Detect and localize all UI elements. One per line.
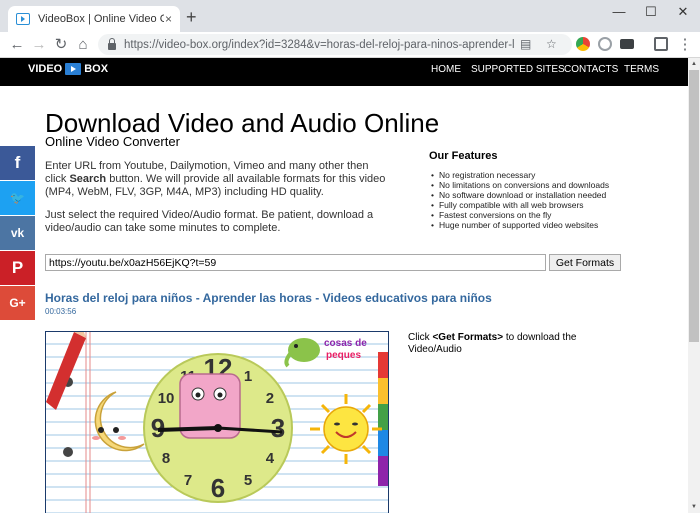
clock-numeral: 7 [184, 472, 192, 489]
clock-numeral: 1 [244, 368, 252, 385]
reload-icon[interactable]: ↻ [52, 36, 70, 54]
scrollbar-thumb[interactable] [689, 70, 699, 342]
twitter-icon[interactable]: 🐦 [0, 181, 35, 215]
facebook-icon[interactable]: f [0, 146, 35, 180]
browser-toolbar: ← → ↻ ⌂ https://video-box.org/index?id=3… [0, 32, 700, 58]
extension-color-icon[interactable] [576, 37, 590, 51]
google-plus-icon[interactable]: G+ [0, 286, 35, 320]
video-title-link[interactable]: Horas del reloj para niños - Aprender la… [45, 291, 492, 305]
url-text[interactable]: https://video-box.org/index?id=3284&v=ho… [124, 39, 514, 51]
extension-box-icon[interactable] [654, 37, 668, 51]
clock-numeral: 5 [244, 472, 252, 489]
clock-illustration: 121234567891011 cosas de peques [46, 332, 388, 513]
nav-supported-sites[interactable]: SUPPORTED SITES [471, 64, 565, 75]
hint-bold-part: <Get Formats> [432, 332, 504, 343]
scroll-down-arrow-icon[interactable]: ▼ [688, 501, 700, 513]
nav-contacts[interactable]: CONTACTS [564, 64, 618, 75]
video-duration: 00:03:56 [45, 307, 77, 316]
get-formats-button[interactable]: Get Formats [549, 254, 621, 271]
back-icon[interactable]: ← [8, 36, 26, 54]
get-formats-hint: Click <Get Formats> to download the Vide… [408, 332, 608, 356]
thumb-logo-line1: cosas de [324, 338, 367, 349]
intro-text: Enter URL from Youtube, Dailymotion, Vim… [45, 160, 390, 199]
hint-text-part: Click [408, 332, 433, 343]
feature-item: Fastest conversions on the fly [431, 210, 609, 220]
clock-numeral: 10 [158, 390, 175, 407]
scroll-up-arrow-icon[interactable]: ▲ [688, 58, 700, 70]
feature-item: Fully compatible with all web browsers [431, 200, 609, 210]
nav-terms[interactable]: TERMS [624, 64, 659, 75]
logo-text-box: BOX [84, 63, 109, 75]
browser-tab[interactable]: VideoBox | Online Video Conve × [8, 6, 180, 32]
chrome-menu-icon[interactable]: ⋮ [676, 36, 694, 54]
features-heading: Our Features [429, 150, 498, 162]
extension-circle-icon[interactable] [598, 37, 612, 51]
video-favicon-icon [16, 13, 30, 25]
clock-numeral: 3 [271, 413, 285, 443]
tab-title: VideoBox | Online Video Conve [38, 13, 164, 25]
extension-screen-icon[interactable] [620, 39, 634, 49]
home-icon[interactable]: ⌂ [74, 36, 92, 54]
features-list: No registration necessary No limitations… [431, 170, 609, 230]
bookmark-star-icon[interactable]: ☆ [546, 37, 557, 51]
feature-item: No software download or installation nee… [431, 190, 609, 200]
play-icon [65, 63, 82, 75]
lock-icon [108, 37, 116, 50]
browser-tab-bar: VideoBox | Online Video Conve × + — ☐ ✕ [0, 0, 700, 32]
video-url-input[interactable] [45, 254, 546, 271]
video-thumbnail[interactable]: 121234567891011 cosas de peques [45, 331, 389, 513]
feature-item: No limitations on conversions and downlo… [431, 180, 609, 190]
logo-text-video: VIDEO [28, 63, 63, 75]
feature-item: Huge number of supported video websites [431, 220, 609, 230]
site-logo[interactable]: VIDEO BOX [28, 63, 108, 75]
vk-icon[interactable]: vk [0, 216, 35, 250]
clock-numeral: 2 [266, 390, 274, 407]
site-navbar: VIDEO BOX HOME SUPPORTED SITES CONTACTS … [0, 58, 688, 86]
clock-numeral: 6 [211, 473, 225, 503]
window-close-icon[interactable]: ✕ [668, 4, 698, 20]
search-keyword: Search [69, 173, 107, 185]
forward-icon[interactable]: → [30, 36, 48, 54]
new-tab-icon[interactable]: + [186, 7, 197, 28]
feature-item: No registration necessary [431, 170, 609, 180]
minimize-icon[interactable]: — [604, 4, 634, 19]
clock-numeral: 8 [162, 450, 170, 467]
intro-note: Just select the required Video/Audio for… [45, 209, 374, 234]
thumb-logo-line2: peques [326, 350, 361, 361]
pinterest-icon[interactable]: P [0, 251, 35, 285]
address-bar[interactable]: https://video-box.org/index?id=3284&v=ho… [98, 34, 572, 55]
page-subtitle: Online Video Converter [45, 134, 180, 149]
tab-close-icon[interactable]: × [165, 12, 172, 26]
maximize-icon[interactable]: ☐ [636, 4, 666, 20]
nav-home[interactable]: HOME [431, 64, 461, 75]
translate-icon[interactable]: ▤ [520, 37, 531, 51]
clock-numeral: 4 [266, 450, 275, 467]
